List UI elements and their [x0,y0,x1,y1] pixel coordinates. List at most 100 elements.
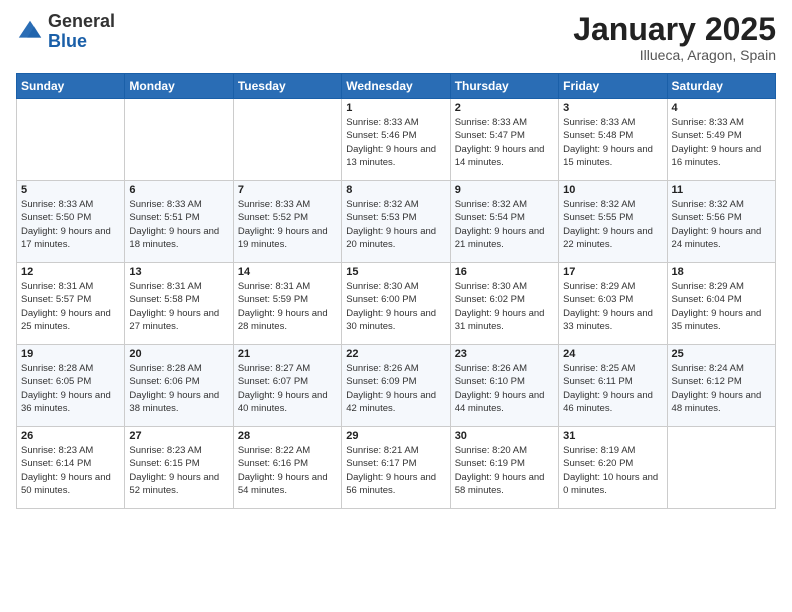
day-number: 29 [346,430,445,442]
day-info: Sunrise: 8:23 AMSunset: 6:14 PMDaylight:… [21,444,120,497]
day-number: 8 [346,184,445,196]
day-number: 16 [455,266,554,278]
calendar-cell: 26 Sunrise: 8:23 AMSunset: 6:14 PMDayligh… [17,427,125,509]
week-row-4: 26 Sunrise: 8:23 AMSunset: 6:14 PMDayligh… [17,427,776,509]
calendar-cell: 20Sunrise: 8:28 AMSunset: 6:06 PMDayligh… [125,345,233,427]
calendar-cell: 7 Sunrise: 8:33 AMSunset: 5:52 PMDaylight… [233,181,341,263]
day-info: Sunrise: 8:19 AMSunset: 6:20 PMDaylight:… [563,444,662,497]
month-title: January 2025 [573,12,776,47]
calendar-cell [125,99,233,181]
day-info: Sunrise: 8:29 AMSunset: 6:04 PMDaylight:… [672,280,771,333]
day-info: Sunrise: 8:33 AMSunset: 5:46 PMDaylight:… [346,116,445,169]
calendar-cell: 10Sunrise: 8:32 AMSunset: 5:55 PMDayligh… [559,181,667,263]
day-number: 5 [21,184,120,196]
calendar-cell: 16Sunrise: 8:30 AMSunset: 6:02 PMDayligh… [450,263,558,345]
calendar-cell: 21 Sunrise: 8:27 AMSunset: 6:07 PMDayligh… [233,345,341,427]
day-info: Sunrise: 8:24 AMSunset: 6:12 PMDaylight:… [672,362,771,415]
day-number: 24 [563,348,662,360]
header-row: SundayMondayTuesdayWednesdayThursdayFrid… [17,74,776,99]
calendar-cell: 23 Sunrise: 8:26 AMSunset: 6:10 PMDayligh… [450,345,558,427]
calendar-cell: 12Sunrise: 8:31 AMSunset: 5:57 PMDayligh… [17,263,125,345]
day-info: Sunrise: 8:31 AMSunset: 5:58 PMDaylight:… [129,280,228,333]
logo: General Blue [16,12,115,52]
calendar-cell: 24 Sunrise: 8:25 AMSunset: 6:11 PMDayligh… [559,345,667,427]
day-info: Sunrise: 8:33 AMSunset: 5:51 PMDaylight:… [129,198,228,251]
title-block: January 2025 Illueca, Aragon, Spain [573,12,776,63]
calendar-cell: 9 Sunrise: 8:32 AMSunset: 5:54 PMDaylight… [450,181,558,263]
col-header-saturday: Saturday [667,74,775,99]
day-info: Sunrise: 8:25 AMSunset: 6:11 PMDaylight:… [563,362,662,415]
day-info: Sunrise: 8:21 AMSunset: 6:17 PMDaylight:… [346,444,445,497]
calendar-cell [667,427,775,509]
calendar-cell: 28 Sunrise: 8:22 AMSunset: 6:16 PMDayligh… [233,427,341,509]
day-number: 19 [21,348,120,360]
day-number: 6 [129,184,228,196]
day-number: 7 [238,184,337,196]
col-header-tuesday: Tuesday [233,74,341,99]
day-info: Sunrise: 8:28 AMSunset: 6:05 PMDaylight:… [21,362,120,415]
day-number: 23 [455,348,554,360]
page: General Blue January 2025 Illueca, Arago… [0,0,792,612]
day-number: 1 [346,102,445,114]
calendar-cell: 18Sunrise: 8:29 AMSunset: 6:04 PMDayligh… [667,263,775,345]
calendar-cell: 30 Sunrise: 8:20 AMSunset: 6:19 PMDayligh… [450,427,558,509]
calendar-cell: 22 Sunrise: 8:26 AMSunset: 6:09 PMDayligh… [342,345,450,427]
day-number: 28 [238,430,337,442]
day-number: 26 [21,430,120,442]
day-info: Sunrise: 8:33 AMSunset: 5:50 PMDaylight:… [21,198,120,251]
calendar-cell: 3Sunrise: 8:33 AMSunset: 5:48 PMDaylight… [559,99,667,181]
day-info: Sunrise: 8:27 AMSunset: 6:07 PMDaylight:… [238,362,337,415]
day-number: 4 [672,102,771,114]
day-info: Sunrise: 8:22 AMSunset: 6:16 PMDaylight:… [238,444,337,497]
day-number: 10 [563,184,662,196]
day-info: Sunrise: 8:31 AMSunset: 5:59 PMDaylight:… [238,280,337,333]
day-number: 27 [129,430,228,442]
calendar-cell: 14 Sunrise: 8:31 AMSunset: 5:59 PMDayligh… [233,263,341,345]
day-number: 25 [672,348,771,360]
day-number: 17 [563,266,662,278]
week-row-1: 5 Sunrise: 8:33 AMSunset: 5:50 PMDaylight… [17,181,776,263]
location: Illueca, Aragon, Spain [573,47,776,63]
day-number: 14 [238,266,337,278]
day-number: 30 [455,430,554,442]
calendar-cell [17,99,125,181]
day-number: 9 [455,184,554,196]
logo-blue-text: Blue [48,31,87,51]
calendar-cell: 13Sunrise: 8:31 AMSunset: 5:58 PMDayligh… [125,263,233,345]
calendar-cell: 27 Sunrise: 8:23 AMSunset: 6:15 PMDayligh… [125,427,233,509]
calendar-cell: 15Sunrise: 8:30 AMSunset: 6:00 PMDayligh… [342,263,450,345]
calendar-cell: 8 Sunrise: 8:32 AMSunset: 5:53 PMDaylight… [342,181,450,263]
day-info: Sunrise: 8:26 AMSunset: 6:09 PMDaylight:… [346,362,445,415]
day-info: Sunrise: 8:20 AMSunset: 6:19 PMDaylight:… [455,444,554,497]
day-number: 22 [346,348,445,360]
week-row-0: 1 Sunrise: 8:33 AMSunset: 5:46 PMDaylight… [17,99,776,181]
day-info: Sunrise: 8:26 AMSunset: 6:10 PMDaylight:… [455,362,554,415]
col-header-wednesday: Wednesday [342,74,450,99]
calendar-cell: 19 Sunrise: 8:28 AMSunset: 6:05 PMDayligh… [17,345,125,427]
logo-icon [16,18,44,46]
calendar-table: SundayMondayTuesdayWednesdayThursdayFrid… [16,73,776,509]
day-info: Sunrise: 8:33 AMSunset: 5:49 PMDaylight:… [672,116,771,169]
day-number: 21 [238,348,337,360]
day-info: Sunrise: 8:32 AMSunset: 5:53 PMDaylight:… [346,198,445,251]
calendar-cell: 5 Sunrise: 8:33 AMSunset: 5:50 PMDaylight… [17,181,125,263]
week-row-3: 19 Sunrise: 8:28 AMSunset: 6:05 PMDayligh… [17,345,776,427]
day-info: Sunrise: 8:33 AMSunset: 5:52 PMDaylight:… [238,198,337,251]
calendar-cell: 17Sunrise: 8:29 AMSunset: 6:03 PMDayligh… [559,263,667,345]
calendar-cell: 6 Sunrise: 8:33 AMSunset: 5:51 PMDaylight… [125,181,233,263]
logo-general-text: General [48,11,115,31]
calendar-cell: 4 Sunrise: 8:33 AMSunset: 5:49 PMDaylight… [667,99,775,181]
week-row-2: 12Sunrise: 8:31 AMSunset: 5:57 PMDayligh… [17,263,776,345]
calendar-cell: 25 Sunrise: 8:24 AMSunset: 6:12 PMDayligh… [667,345,775,427]
day-number: 31 [563,430,662,442]
day-info: Sunrise: 8:23 AMSunset: 6:15 PMDaylight:… [129,444,228,497]
day-info: Sunrise: 8:32 AMSunset: 5:54 PMDaylight:… [455,198,554,251]
header: General Blue January 2025 Illueca, Arago… [16,12,776,63]
day-number: 11 [672,184,771,196]
day-info: Sunrise: 8:30 AMSunset: 6:00 PMDaylight:… [346,280,445,333]
calendar-cell: 11Sunrise: 8:32 AMSunset: 5:56 PMDayligh… [667,181,775,263]
day-info: Sunrise: 8:28 AMSunset: 6:06 PMDaylight:… [129,362,228,415]
day-info: Sunrise: 8:33 AMSunset: 5:47 PMDaylight:… [455,116,554,169]
day-number: 12 [21,266,120,278]
calendar-cell: 2Sunrise: 8:33 AMSunset: 5:47 PMDaylight… [450,99,558,181]
